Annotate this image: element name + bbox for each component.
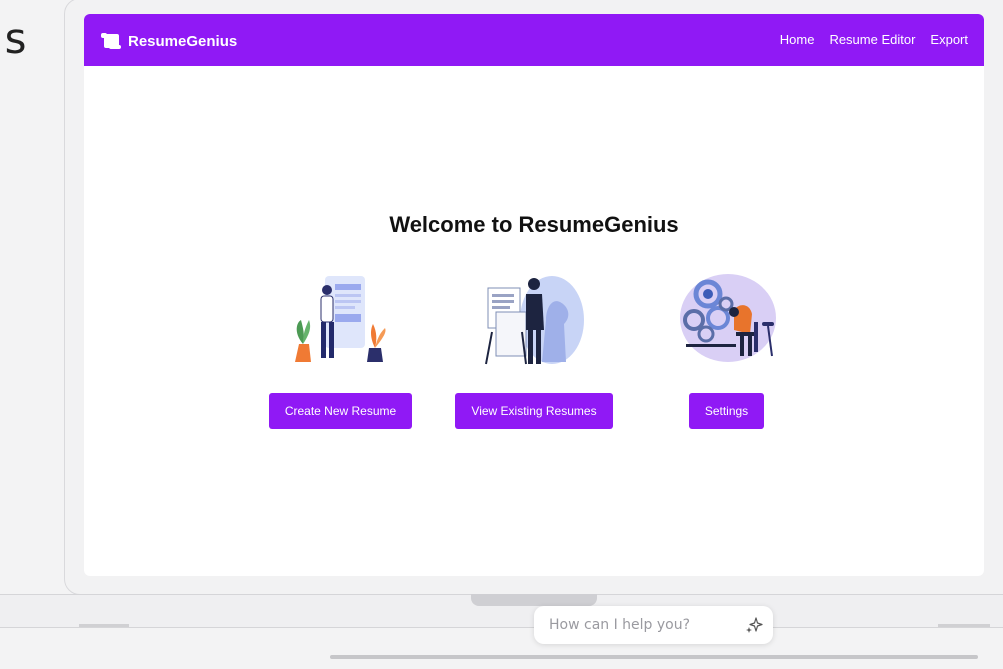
app-window: ResumeGenius Home Resume Editor Export W… [84,14,984,576]
horizontal-scrollbar[interactable] [330,655,978,659]
laptop-foot-right [938,624,990,627]
view-existing-resumes-button[interactable]: View Existing Resumes [455,393,613,429]
nav-resume-editor[interactable]: Resume Editor [829,32,915,47]
create-new-resume-button[interactable]: Create New Resume [269,393,412,429]
nav-export[interactable]: Export [930,32,968,47]
laptop-foot-left [79,624,129,627]
nav-home[interactable]: Home [780,32,815,47]
nav-links: Home Resume Editor Export [780,32,968,47]
background-window-text: ls [0,14,28,63]
person-with-gears-illustration [678,272,778,368]
assistant-prompt [534,606,773,644]
assistant-input[interactable] [547,616,741,634]
person-with-resume-board-illustration [289,272,389,368]
sparkle-icon[interactable] [745,616,763,639]
laptop-notch [471,594,597,606]
person-reading-documents-illustration [482,272,584,368]
settings-button[interactable]: Settings [689,393,764,429]
brand-logo[interactable]: ResumeGenius [100,30,237,52]
scroll-icon [101,33,121,49]
page-title: Welcome to ResumeGenius [389,212,679,237]
navbar: ResumeGenius Home Resume Editor Export [84,14,984,66]
brand-name: ResumeGenius [128,32,238,50]
